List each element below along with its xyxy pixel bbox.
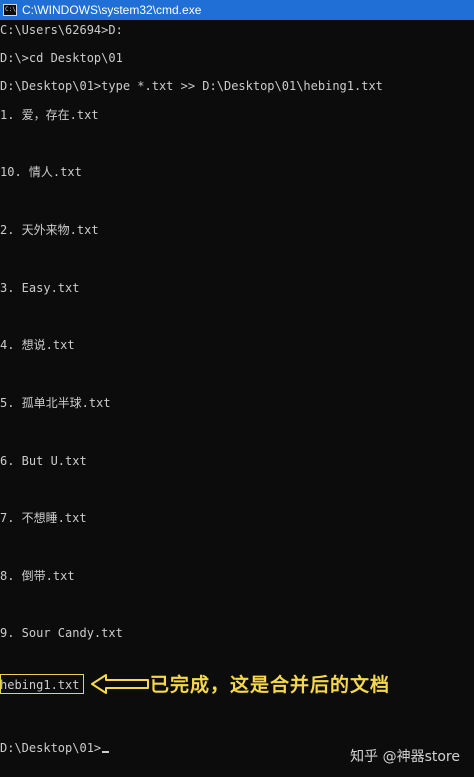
result-filename: hebing1.txt xyxy=(0,678,80,692)
console-line: 2. 天外来物.txt xyxy=(0,223,99,237)
console-line: 7. 不想睡.txt xyxy=(0,511,87,525)
console-line: D:\Desktop\01>type *.txt >> D:\Desktop\0… xyxy=(0,79,383,93)
text-cursor xyxy=(102,751,110,753)
console-line: 10. 情人.txt xyxy=(0,165,82,179)
title-bar[interactable]: C:\ C:\WINDOWS\system32\cmd.exe xyxy=(0,0,474,20)
console-line: 3. Easy.txt xyxy=(0,281,80,295)
console-line: 8. 倒带.txt xyxy=(0,569,75,583)
console-line: 1. 爱，存在.txt xyxy=(0,108,99,122)
console-line: 5. 孤单北半球.txt xyxy=(0,396,111,410)
console-line: D:\>cd Desktop\01 xyxy=(0,51,123,65)
console-line: C:\Users\62694>D: xyxy=(0,23,123,37)
console-output[interactable]: C:\Users\62694>D: D:\>cd Desktop\01 D:\D… xyxy=(0,20,474,777)
window-title: C:\WINDOWS\system32\cmd.exe xyxy=(22,3,202,17)
prompt-line[interactable]: D:\Desktop\01> xyxy=(0,741,110,755)
console-line: 4. 想说.txt xyxy=(0,338,75,352)
left-arrow-icon xyxy=(91,674,149,694)
console-line: 9. Sour Candy.txt xyxy=(0,626,123,640)
prompt-text: D:\Desktop\01> xyxy=(0,741,102,755)
cmd-window: C:\ C:\WINDOWS\system32\cmd.exe C:\Users… xyxy=(0,0,474,777)
cmd-console-icon: C:\ xyxy=(3,4,17,16)
annotation-text: 已完成，这是合并后的文档 xyxy=(150,674,391,696)
console-line: 6. But U.txt xyxy=(0,454,87,468)
watermark: 知乎 @神器store xyxy=(350,749,460,765)
